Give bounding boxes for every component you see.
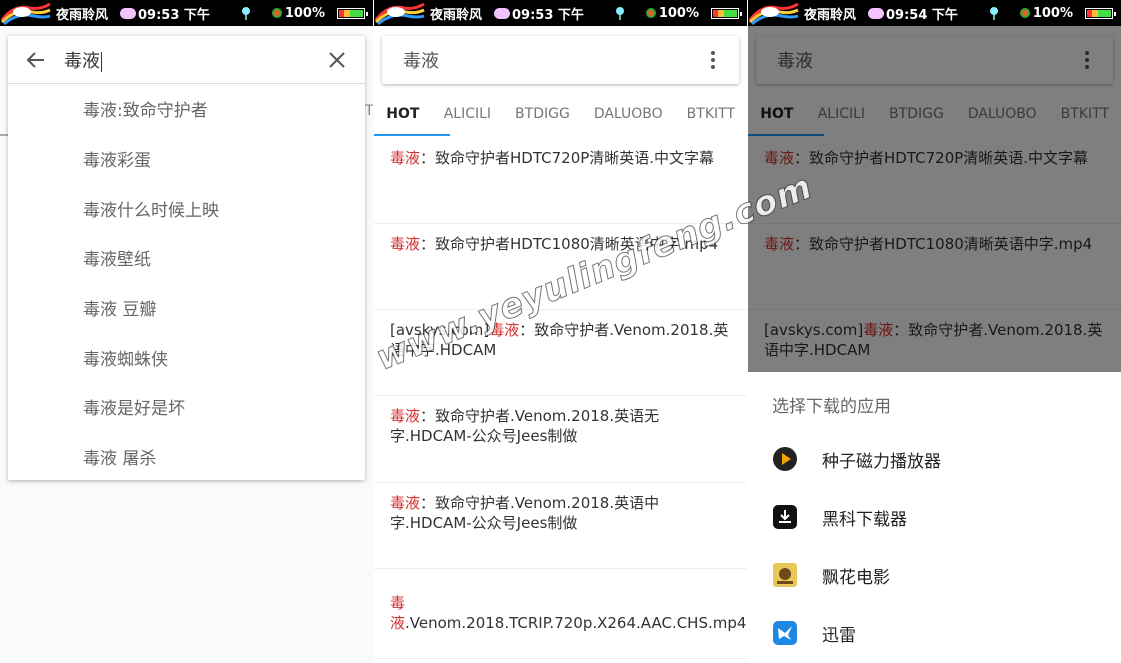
search-card: 毒液 毒液:致命守护者 毒液彩蛋 毒液什么时候上映 毒液壁纸 毒液 豆瓣 毒液蜘… bbox=[8, 36, 365, 480]
app-option-piaohua-movie[interactable]: 飘花电影 bbox=[748, 550, 1121, 600]
clock: 09:54 下午 bbox=[886, 7, 958, 23]
source-tabs: HOT ALICILI BTDIGG DALUOBO BTKITT bbox=[374, 94, 747, 138]
clock: 09:53 下午 bbox=[512, 7, 584, 23]
battery-status: 100% bbox=[1019, 5, 1116, 21]
search-suggestions-screen: 夜雨聆风 09:53 下午 100% T 毒液 毒液:致命守护者 毒液彩蛋 毒液… bbox=[0, 0, 373, 663]
suggestion-item[interactable]: 毒液是好是坏 bbox=[8, 382, 365, 432]
cloud-icon bbox=[494, 7, 511, 19]
app-logo-icon bbox=[748, 0, 800, 26]
back-arrow-icon[interactable] bbox=[8, 36, 64, 84]
suggestion-item[interactable]: 毒液 豆瓣 bbox=[8, 283, 365, 333]
battery-icon bbox=[337, 7, 368, 19]
battery-status: 100% bbox=[271, 5, 368, 21]
suggestion-item[interactable]: 毒液什么时候上映 bbox=[8, 183, 365, 233]
search-title[interactable]: 毒液 bbox=[382, 47, 687, 73]
signal-dot-icon bbox=[1019, 8, 1030, 18]
close-icon[interactable] bbox=[309, 36, 365, 84]
carrier-name: 夜雨聆风 bbox=[56, 7, 109, 23]
battery-percent: 100% bbox=[658, 5, 699, 21]
result-text: ：致命守护者.Venom.2018.英语中字.HDCAM-公众号Jees制做 bbox=[390, 494, 660, 532]
battery-percent: 100% bbox=[1032, 5, 1073, 21]
suggestion-item[interactable]: 毒液彩蛋 bbox=[8, 134, 365, 184]
app-label: 飘花电影 bbox=[822, 567, 890, 588]
tab-alicili[interactable]: ALICILI bbox=[432, 94, 503, 134]
result-text: .Venom.2018.TCRIP.720p.X264.AAC.CHS.mp4 bbox=[405, 614, 747, 632]
result-item[interactable]: 毒液：致命守护者.Venom.2018.英语无字.HDCAM-公众号Jees制做 bbox=[374, 396, 747, 483]
location-pin-icon bbox=[614, 6, 626, 20]
cloud-icon bbox=[120, 7, 137, 19]
carrier-name: 夜雨聆风 bbox=[430, 7, 483, 23]
download-box-icon bbox=[772, 504, 798, 530]
film-logo-icon bbox=[772, 562, 798, 588]
search-input-value: 毒液 bbox=[64, 50, 100, 72]
result-text: ：致命守护者HDTC720P清晰英语.中文字幕 bbox=[420, 149, 715, 167]
status-bar: 夜雨聆风 09:54 下午 100% bbox=[748, 0, 1121, 26]
cloud-icon bbox=[868, 7, 885, 19]
suggestion-item[interactable]: 毒液:致命守护者 bbox=[8, 84, 365, 134]
result-item[interactable]: 毒液.Venom.2018.TCRIP.720p.X264.AAC.CHS.mp… bbox=[374, 569, 747, 659]
clock: 09:53 下午 bbox=[138, 7, 210, 23]
app-label: 种子磁力播放器 bbox=[822, 451, 941, 472]
app-label: 迅雷 bbox=[822, 625, 856, 646]
more-vertical-icon[interactable] bbox=[687, 36, 739, 84]
app-logo-icon bbox=[0, 0, 52, 26]
signal-dot-icon bbox=[271, 8, 282, 18]
status-bar: 夜雨聆风 09:53 下午 100% bbox=[374, 0, 747, 26]
battery-percent: 100% bbox=[284, 5, 325, 21]
play-circle-icon bbox=[772, 446, 798, 472]
suggestion-item[interactable]: 毒液 屠杀 bbox=[8, 432, 365, 482]
tab-btkitt[interactable]: BTKITT bbox=[675, 94, 747, 134]
tab-indicator-hidden bbox=[0, 134, 8, 136]
tab-indicator bbox=[374, 134, 450, 136]
tab-hot[interactable]: HOT bbox=[374, 94, 432, 134]
location-pin-icon bbox=[240, 6, 252, 20]
tab-daluobo[interactable]: DALUOBO bbox=[582, 94, 675, 134]
app-option-heike-downloader[interactable]: 黑科下载器 bbox=[748, 492, 1121, 542]
carrier-name: 夜雨聆风 bbox=[804, 7, 857, 23]
battery-status: 100% bbox=[645, 5, 742, 21]
suggestion-item[interactable]: 毒液壁纸 bbox=[8, 233, 365, 283]
search-app-bar[interactable]: 毒液 bbox=[382, 36, 739, 84]
thunder-bird-icon bbox=[772, 620, 798, 646]
app-option-xunlei[interactable]: 迅雷 bbox=[748, 608, 1121, 658]
result-highlight: 毒液 bbox=[390, 494, 421, 512]
status-bar: 夜雨聆风 09:53 下午 100% bbox=[0, 0, 373, 26]
app-logo-icon bbox=[374, 0, 426, 26]
download-app-chooser-screen: 夜雨聆风 09:54 下午 100% 毒液 HOT ALICILI BTDIGG… bbox=[748, 0, 1121, 663]
weather-time: 09:54 下午 bbox=[868, 4, 958, 23]
tab-btdigg[interactable]: BTDIGG bbox=[503, 94, 582, 134]
app-option-seed-player[interactable]: 种子磁力播放器 bbox=[748, 434, 1121, 484]
result-highlight: 毒液 bbox=[390, 235, 421, 253]
app-label: 黑科下载器 bbox=[822, 509, 907, 530]
result-highlight: 毒液 bbox=[390, 407, 421, 425]
weather-time: 09:53 下午 bbox=[120, 4, 210, 23]
result-item[interactable]: 毒液：致命守护者.Venom.2018.英语中字.HDCAM-公众号Jees制做 bbox=[374, 483, 747, 569]
screenshot-collage: 夜雨聆风 09:53 下午 100% T 毒液 毒液:致命守护者 毒液彩蛋 毒液… bbox=[0, 0, 1121, 663]
location-pin-icon bbox=[988, 6, 1000, 20]
search-bar: 毒液 bbox=[8, 36, 365, 84]
battery-icon bbox=[1085, 7, 1116, 19]
result-highlight: 毒液 bbox=[390, 594, 406, 632]
signal-dot-icon bbox=[645, 8, 656, 18]
weather-time: 09:53 下午 bbox=[494, 4, 584, 23]
tab-hint: T bbox=[365, 103, 373, 119]
battery-icon bbox=[711, 7, 742, 19]
sheet-title: 选择下载的应用 bbox=[772, 397, 891, 417]
search-input[interactable]: 毒液 bbox=[64, 47, 309, 73]
suggestion-item[interactable]: 毒液蜘蛛侠 bbox=[8, 332, 365, 382]
bottom-sheet: 选择下载的应用 种子磁力播放器 黑科下载器 飘花电影 迅雷 bbox=[748, 372, 1121, 663]
text-cursor bbox=[101, 51, 102, 72]
result-highlight: 毒液 bbox=[390, 149, 421, 167]
result-text: ：致命守护者.Venom.2018.英语无字.HDCAM-公众号Jees制做 bbox=[390, 407, 660, 445]
